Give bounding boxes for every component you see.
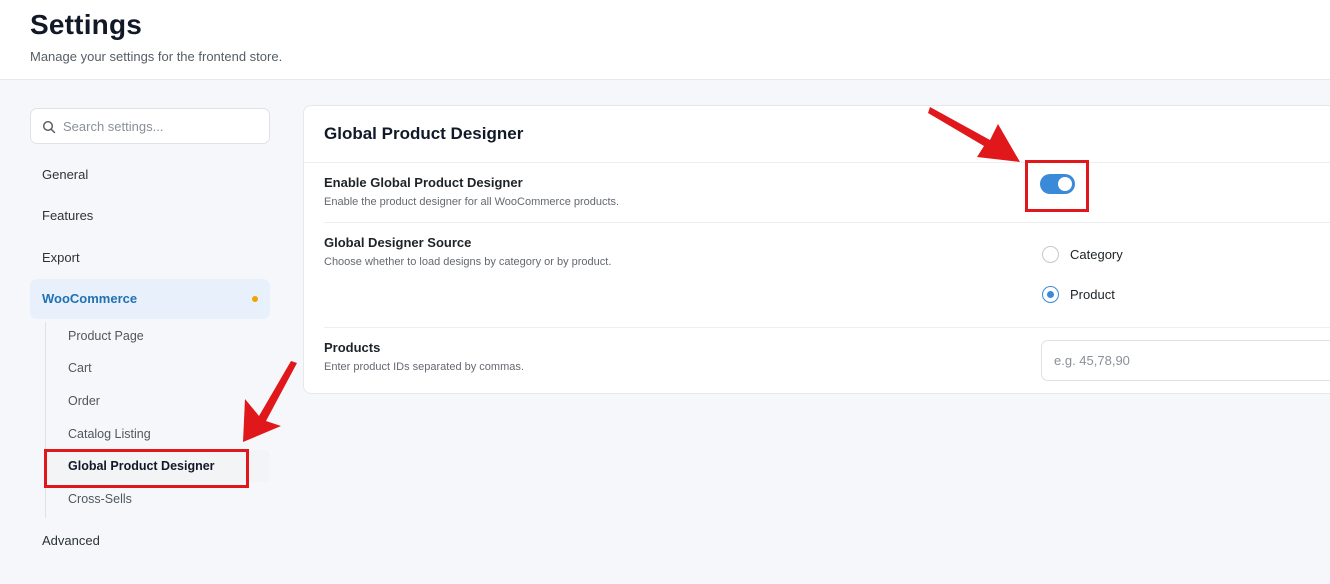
page-header: Settings Manage your settings for the fr… [0,0,1330,80]
divider [324,222,1330,223]
sidebar-subitem-cart[interactable]: Cart [46,352,270,384]
sidebar-item-label: Features [42,208,94,223]
sidebar-subitem-product-page[interactable]: Product Page [46,320,270,352]
sidebar-item-advanced[interactable]: Advanced [30,521,270,561]
page-subtitle: Manage your settings for the frontend st… [30,49,283,64]
divider [324,327,1330,328]
highlight-nav-box [44,449,249,488]
designer-source-description: Choose whether to load designs by catego… [324,256,612,268]
sidebar-item-general[interactable]: General [30,155,270,195]
page-title: Settings [30,9,143,40]
sidebar-item-label: Export [42,250,80,265]
sidebar-subitem-label: Catalog Listing [68,427,151,441]
products-label: Products [324,340,381,355]
sidebar-item-export[interactable]: Export [30,238,270,278]
card-title: Global Product Designer [324,124,524,143]
sidebar-subitem-catalog-listing[interactable]: Catalog Listing [46,418,270,450]
status-dot [252,296,258,302]
sidebar-item-woocommerce[interactable]: WooCommerce [30,279,270,319]
radio-product-label[interactable]: Product [1070,287,1115,302]
search-input[interactable] [63,110,263,142]
settings-card: Global Product Designer Enable Global Pr… [303,105,1330,394]
search-icon [42,120,56,134]
sidebar-item-label: WooCommerce [42,291,138,306]
sidebar-subitem-order[interactable]: Order [46,385,270,417]
search-box[interactable] [30,108,270,144]
sidebar-item-features[interactable]: Features [30,196,270,236]
enable-designer-description: Enable the product designer for all WooC… [324,196,620,208]
radio-product[interactable] [1042,286,1059,303]
divider [304,162,1330,163]
sidebar-subitem-label: Cart [68,361,92,375]
products-description: Enter product IDs separated by commas. [324,361,524,373]
sidebar-subitem-label: Product Page [68,329,144,343]
designer-source-label: Global Designer Source [324,235,472,250]
products-input[interactable] [1041,340,1330,381]
sidebar-subitem-label: Cross-Sells [68,492,132,506]
enable-designer-label: Enable Global Product Designer [324,175,523,190]
radio-category[interactable] [1042,246,1059,263]
radio-selected-dot [1046,290,1054,298]
sidebar-item-label: General [42,167,89,182]
radio-category-label[interactable]: Category [1070,247,1123,262]
highlight-toggle-box [1025,160,1089,212]
sidebar-subitem-label: Order [68,394,100,408]
sidebar-item-label: Advanced [42,533,100,548]
